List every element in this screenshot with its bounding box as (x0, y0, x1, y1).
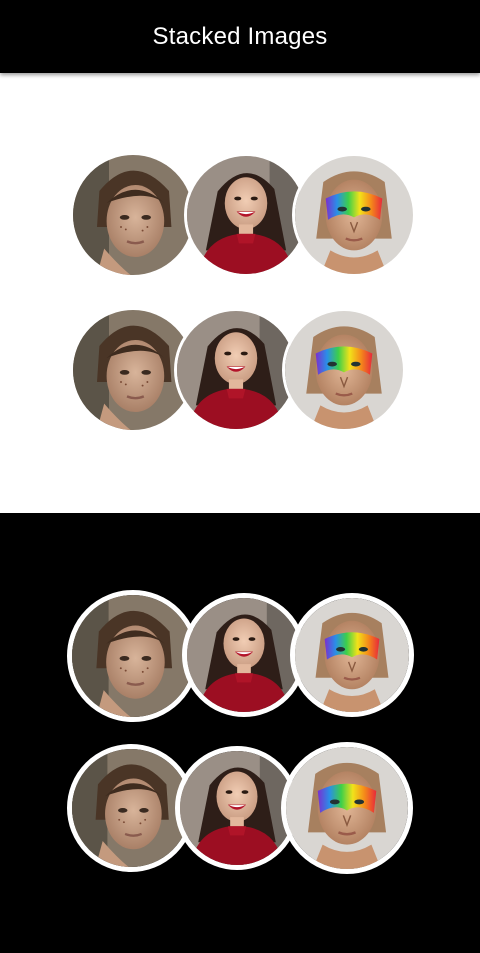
avatar-freckled-woman (67, 590, 199, 722)
dark-section (0, 513, 480, 953)
avatar-smiling-woman (174, 308, 298, 432)
avatar-rainbow-makeup-woman (292, 153, 416, 277)
avatar-rainbow-makeup-woman (281, 742, 413, 874)
avatar-smiling-woman (182, 593, 306, 717)
light-section (0, 73, 480, 513)
avatar-rainbow-makeup-woman (282, 308, 406, 432)
avatar-smiling-woman (184, 153, 308, 277)
app-bar: Stacked Images (0, 0, 480, 73)
avatar-freckled-woman (73, 155, 193, 275)
avatar-rainbow-makeup-woman (290, 593, 414, 717)
page-title: Stacked Images (152, 22, 328, 50)
